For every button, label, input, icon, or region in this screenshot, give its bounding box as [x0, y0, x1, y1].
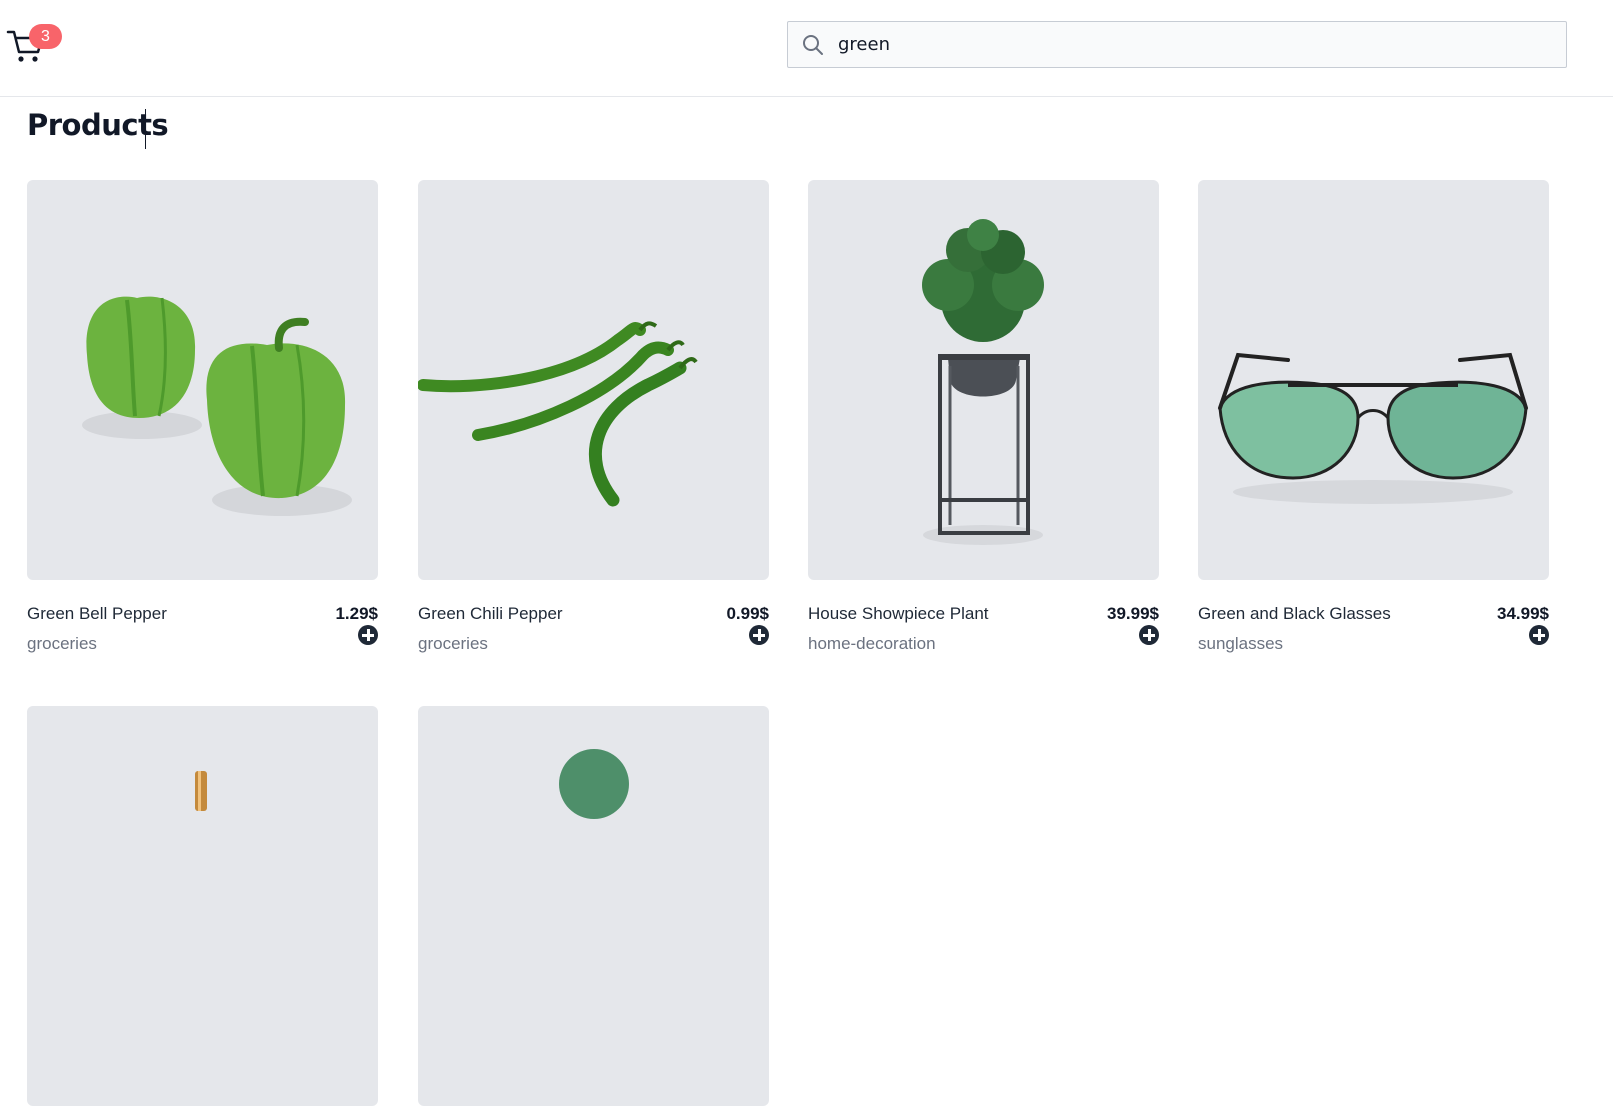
top-bar: 3: [0, 0, 1613, 97]
cart-count-badge: 3: [29, 24, 62, 49]
text-caret: [145, 109, 146, 149]
add-to-cart-button[interactable]: [749, 625, 769, 645]
product-card[interactable]: [418, 706, 769, 1106]
product-category: home-decoration: [808, 634, 936, 653]
product-card[interactable]: [27, 706, 378, 1106]
page-title: Products: [27, 108, 169, 142]
product-category: groceries: [27, 634, 97, 653]
product-price: 39.99$: [1107, 604, 1159, 623]
product-image[interactable]: [418, 180, 769, 580]
product-name: Green Bell Pepper: [27, 604, 167, 623]
green-circle-product-icon: [559, 749, 629, 819]
product-name: House Showpiece Plant: [808, 604, 989, 623]
cart-button[interactable]: 3: [6, 24, 62, 66]
search-input[interactable]: [838, 22, 1548, 67]
product-price: 34.99$: [1497, 604, 1549, 623]
product-name: Green and Black Glasses: [1198, 604, 1391, 623]
bell-pepper-icon: [82, 296, 352, 516]
product-card[interactable]: Green and Black Glasses sunglasses 34.99…: [1198, 180, 1549, 653]
search-box[interactable]: [787, 21, 1567, 68]
product-image[interactable]: [27, 180, 378, 580]
product-image[interactable]: [808, 180, 1159, 580]
product-category: sunglasses: [1198, 634, 1284, 653]
search-icon: [803, 35, 823, 55]
product-category: groceries: [418, 634, 488, 653]
add-to-cart-button[interactable]: [358, 625, 378, 645]
perfume-bottle-icon: [195, 771, 207, 811]
product-image[interactable]: [1198, 180, 1549, 580]
product-name: Green Chili Pepper: [418, 604, 563, 623]
product-image[interactable]: [418, 706, 769, 1106]
product-price: 0.99$: [726, 604, 769, 623]
chili-pepper-icon: [418, 321, 698, 507]
product-image[interactable]: [27, 706, 378, 1106]
product-card[interactable]: House Showpiece Plant home-decoration 39…: [808, 180, 1159, 653]
sunglasses-icon: [1218, 352, 1528, 504]
product-card[interactable]: Green Bell Pepper groceries 1.29$: [27, 180, 378, 653]
add-to-cart-button[interactable]: [1529, 625, 1549, 645]
product-card[interactable]: Green Chili Pepper groceries 0.99$: [418, 180, 769, 653]
product-price: 1.29$: [335, 604, 378, 623]
add-to-cart-button[interactable]: [1139, 625, 1159, 645]
potted-plant-icon: [922, 219, 1044, 545]
